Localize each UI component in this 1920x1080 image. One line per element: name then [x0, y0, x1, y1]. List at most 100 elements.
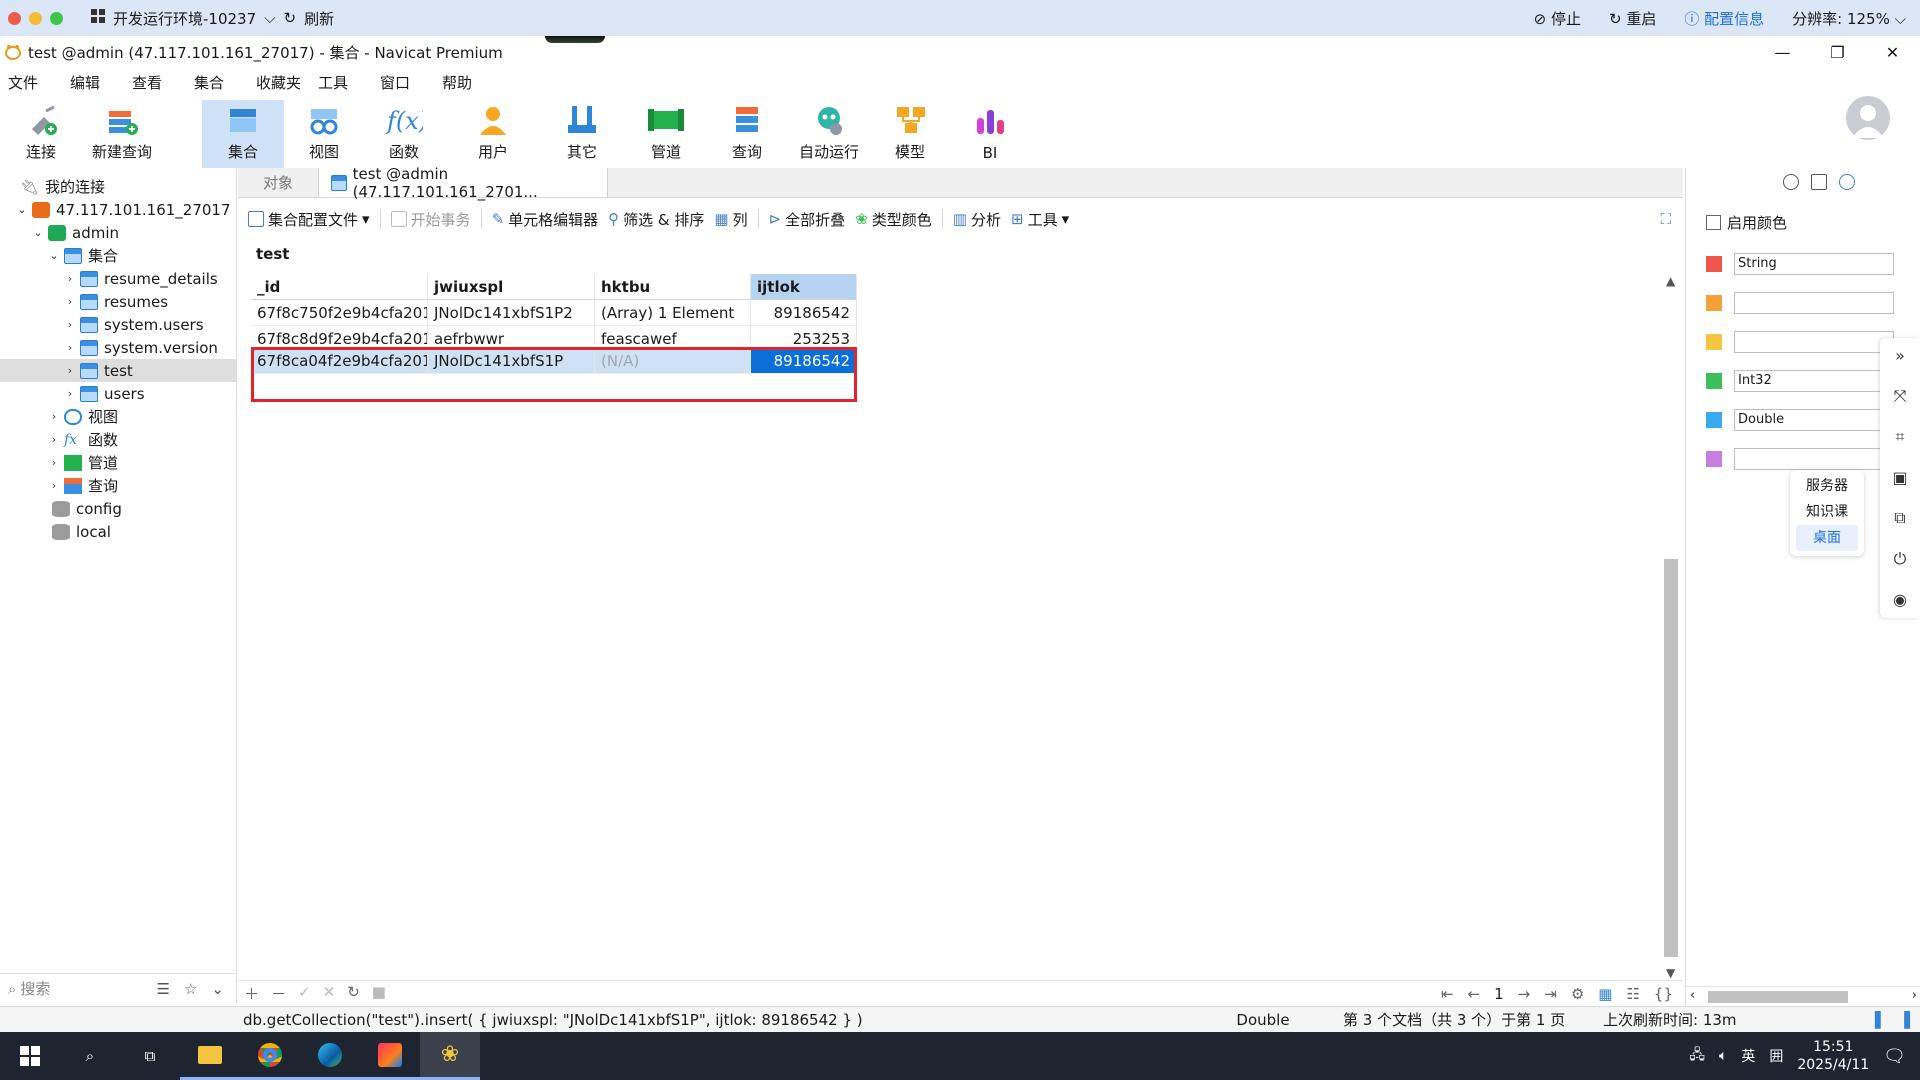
toolbar-user[interactable]: 用户 — [444, 100, 542, 168]
fullscreen-icon[interactable]: ⤧ — [1894, 386, 1907, 406]
toolbar-automation[interactable]: 自动运行 — [784, 100, 874, 168]
eye-icon[interactable]: ◉ — [1893, 590, 1907, 609]
scroll-down-icon[interactable]: ▼ — [1666, 966, 1675, 980]
nav-collection-item[interactable]: › system.version — [0, 336, 236, 359]
first-page-icon[interactable]: ⇤ — [1441, 985, 1454, 1003]
chevron-right-icon[interactable]: › — [48, 456, 60, 469]
nav-database-local[interactable]: local — [0, 520, 236, 543]
notification-icon[interactable]: 🗨︎ — [1883, 1046, 1906, 1067]
scrollbar-thumb[interactable] — [1664, 559, 1678, 957]
color-swatch[interactable] — [1706, 412, 1722, 428]
menu-window[interactable]: 窗口 — [372, 72, 434, 93]
profile-dropdown[interactable]: 集合配置文件 ▾ — [248, 209, 370, 230]
nav-search-placeholder[interactable]: 搜索 — [20, 978, 50, 999]
nav-collection-item[interactable]: › resumes — [0, 290, 236, 313]
color-swatch[interactable] — [1706, 373, 1722, 389]
minimize-icon[interactable]: — — [1755, 43, 1810, 62]
chevron-down-icon[interactable]: ⌄ — [32, 226, 44, 239]
grid-cell[interactable]: 67f8c8d9f2e9b4cfa201! — [251, 326, 428, 344]
horizontal-scrollbar[interactable]: ‹ › — [1686, 986, 1920, 1006]
type-field[interactable]: String — [1734, 253, 1894, 275]
panel-left-icon[interactable]: ▌ — [1875, 1011, 1887, 1029]
grid-view-icon[interactable]: ▦ — [1598, 985, 1612, 1003]
type-field[interactable] — [1734, 331, 1894, 353]
chevron-right-icon[interactable]: › — [64, 318, 76, 331]
grid-cell[interactable]: 253253 — [751, 326, 857, 344]
apply-icon[interactable]: ✓ — [298, 983, 311, 1004]
close-dot[interactable] — [8, 11, 21, 25]
chevron-right-icon[interactable]: › — [48, 433, 60, 446]
start-button[interactable] — [0, 1032, 60, 1080]
json-view-icon[interactable]: {} — [1654, 985, 1673, 1003]
collapse-icon[interactable]: ⌄ — [211, 980, 224, 998]
maximize-dot[interactable] — [50, 11, 63, 25]
begin-transaction-button[interactable]: 开始事务 — [390, 209, 471, 230]
collapse-all-button[interactable]: ⊳ 全部折叠 — [769, 209, 846, 230]
type-color-button[interactable]: ❀ 类型颜色 — [855, 209, 932, 230]
menu-view[interactable]: 查看 — [124, 72, 186, 93]
color-swatch[interactable] — [1706, 334, 1722, 350]
color-swatch[interactable] — [1706, 451, 1722, 467]
panel-right-icon[interactable]: ▐ — [1898, 1011, 1910, 1029]
menu-file[interactable]: 文件 — [0, 72, 62, 93]
filter-icon[interactable]: ☰ — [157, 980, 170, 998]
last-page-icon[interactable]: ⇥ — [1544, 985, 1557, 1003]
column-header[interactable]: _id — [251, 274, 428, 300]
fullscreen-icon[interactable]: ⛶ — [1660, 210, 1671, 228]
nav-collections-folder[interactable]: ⌄ 集合 — [0, 244, 236, 267]
tab-collection-test[interactable]: test @admin (47.117.101.161_2701... — [318, 165, 608, 201]
navicat-taskbar-icon[interactable]: ❀ — [420, 1032, 480, 1080]
grid-cell[interactable]: JNolDc141xbfS1P2 — [428, 300, 595, 326]
grid-cell[interactable]: 89186542 — [751, 300, 857, 326]
scroll-up-icon[interactable]: ▲ — [1666, 274, 1675, 288]
chrome-icon[interactable] — [240, 1032, 300, 1080]
expand-chevron-icon[interactable]: » — [1895, 346, 1905, 365]
form-view-icon[interactable]: ☷ — [1626, 985, 1639, 1003]
nav-connection[interactable]: ⌄ 47.117.101.161_27017 — [0, 198, 236, 221]
resolution-selector[interactable]: 分辨率: 125% ⌵ — [1792, 8, 1906, 29]
float-menu-item[interactable]: 知识课 — [1790, 499, 1864, 525]
nav-search-bar[interactable]: ⌕ 搜索 ☰ ☆ ⌄ — [0, 973, 236, 1003]
refresh-button[interactable]: 刷新 — [304, 8, 334, 29]
menu-help[interactable]: 帮助 — [434, 72, 496, 93]
type-field[interactable]: Int32 — [1734, 370, 1894, 392]
chevron-right-icon[interactable]: › — [48, 479, 60, 492]
nav-folder-queries[interactable]: › 查询 — [0, 474, 236, 497]
toolbar-new-query[interactable]: 新建查询 — [82, 100, 162, 168]
chevron-down-icon[interactable]: ⌄ — [48, 249, 60, 262]
nav-collection-item-selected[interactable]: › test — [0, 359, 236, 382]
scroll-left-icon[interactable]: ‹ — [1690, 988, 1695, 1003]
menu-edit[interactable]: 编辑 — [62, 72, 124, 93]
power-icon[interactable]: ⏻ — [1894, 549, 1907, 569]
discard-icon[interactable]: ✕ — [323, 983, 336, 1004]
nav-database-admin[interactable]: ⌄ admin — [0, 221, 236, 244]
ime-mode[interactable]: 囲 — [1769, 1046, 1783, 1066]
task-view-icon[interactable]: ⧉ — [120, 1032, 180, 1080]
toolbar-pipeline[interactable]: 管道 — [622, 100, 710, 168]
menu-tools[interactable]: 工具 — [310, 72, 372, 93]
edge-icon[interactable] — [300, 1032, 360, 1080]
nav-collection-item[interactable]: › resume_details — [0, 267, 236, 290]
nav-folder-pipelines[interactable]: › 管道 — [0, 451, 236, 474]
input-language[interactable]: 英 — [1741, 1046, 1755, 1066]
columns-button[interactable]: ▦ 列 — [714, 209, 747, 230]
table-row[interactable]: 67f8c750f2e9b4cfa201! JNolDc141xbfS1P2 (… — [251, 300, 857, 326]
prev-page-icon[interactable]: ← — [1468, 985, 1481, 1003]
tools-dropdown[interactable]: ⊞ 工具 ▾ — [1011, 209, 1069, 230]
chevron-right-icon[interactable]: › — [48, 410, 60, 423]
refresh-icon[interactable]: ↻ — [284, 9, 297, 27]
toolbar-other[interactable]: 其它 — [542, 100, 622, 168]
add-record-icon[interactable]: ＋ — [244, 983, 259, 1004]
close-icon[interactable]: ✕ — [1865, 43, 1920, 62]
color-swatch[interactable] — [1706, 256, 1722, 272]
scrollbar-thumb[interactable] — [1708, 991, 1848, 1003]
enable-color-checkbox[interactable]: 启用颜色 — [1706, 212, 1787, 233]
nav-collection-item[interactable]: › system.users — [0, 313, 236, 336]
stop-button[interactable]: ⊘ 停止 — [1534, 8, 1581, 29]
restore-icon[interactable]: ❐ — [1810, 43, 1865, 62]
scroll-right-icon[interactable]: › — [1912, 988, 1917, 1003]
info-icon[interactable] — [1783, 174, 1799, 190]
env-selector[interactable]: 开发运行环境-10237 — [113, 8, 256, 29]
scan-icon[interactable]: ⌗ — [1895, 427, 1904, 447]
restart-button[interactable]: ↻ 重启 — [1609, 8, 1656, 29]
